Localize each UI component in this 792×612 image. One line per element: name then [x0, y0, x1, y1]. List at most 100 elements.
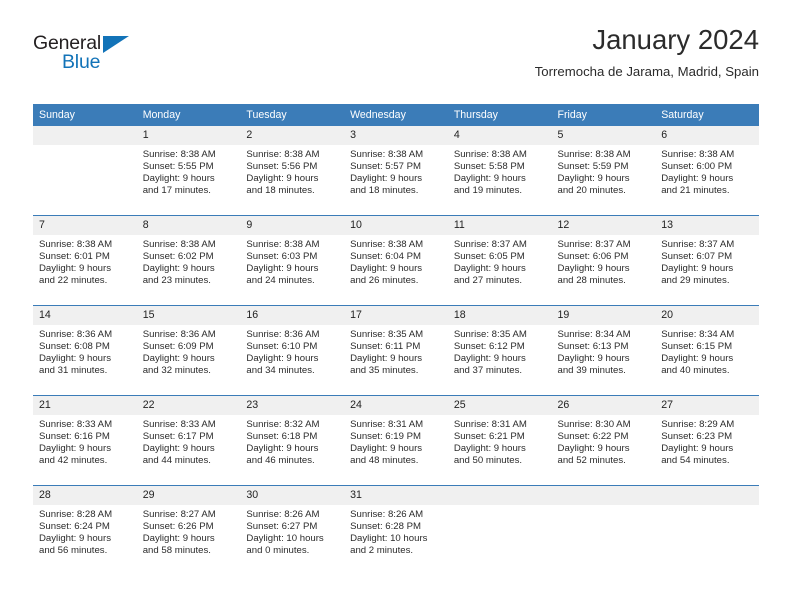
calendar-day-cell[interactable]: 20 Sunrise: 8:34 AM Sunset: 6:15 PM Dayligh… [655, 305, 759, 396]
calendar-week-row: 1 Sunrise: 8:38 AM Sunset: 5:55 PM Daylight… [33, 126, 759, 216]
day-sunset-text: Sunset: 6:01 PM [39, 251, 110, 263]
day-number: 19 [551, 306, 656, 325]
day-sun-info: Sunrise: 8:37 AM Sunset: 6:07 PM Daylight:… [655, 235, 759, 287]
day-number: 5 [551, 126, 656, 145]
day-number: 18 [447, 306, 552, 325]
day-sunset-text: Sunset: 6:05 PM [453, 251, 525, 263]
day-daylight2-text: and 34 minutes. [246, 365, 315, 377]
day-number: 14 [33, 306, 137, 325]
day-sunset-text: Sunset: 6:16 PM [39, 431, 110, 443]
day-sunrise-text: Sunrise: 8:38 AM [350, 149, 424, 160]
day-daylight2-text: and 48 minutes. [350, 455, 419, 467]
day-daylight1-text: Daylight: 9 hours [142, 263, 215, 275]
calendar-week-row: 21 Sunrise: 8:33 AM Sunset: 6:16 PM Dayligh… [33, 395, 759, 486]
day-daylight2-text: and 24 minutes. [246, 275, 315, 287]
day-daylight1-text: Daylight: 9 hours [246, 263, 319, 275]
day-sun-info: Sunrise: 8:26 AM Sunset: 6:27 PM Daylight:… [240, 505, 344, 557]
day-sun-info: Sunrise: 8:38 AM Sunset: 5:55 PM Daylight:… [137, 145, 241, 197]
day-daylight2-text: and 37 minutes. [453, 365, 523, 377]
day-sunset-text: Sunset: 6:26 PM [142, 521, 214, 533]
calendar-day-cell[interactable]: 22 Sunrise: 8:33 AM Sunset: 6:17 PM Dayligh… [136, 395, 241, 486]
calendar-day-cell[interactable]: 4 Sunrise: 8:38 AM Sunset: 5:58 PM Daylight… [447, 126, 552, 216]
day-daylight1-text: Daylight: 9 hours [39, 353, 111, 365]
day-daylight1-text: Daylight: 9 hours [557, 173, 630, 185]
day-daylight1-text: Daylight: 9 hours [453, 443, 526, 455]
day-sun-info: Sunrise: 8:34 AM Sunset: 6:13 PM Daylight:… [552, 325, 656, 377]
calendar-table: Sunday Monday Tuesday Wednesday Thursday Frid… [33, 104, 759, 575]
calendar-day-cell[interactable]: 8 Sunrise: 8:38 AM Sunset: 6:02 PM Daylight… [136, 215, 241, 306]
day-daylight1-text: Daylight: 9 hours [142, 353, 215, 365]
calendar-day-cell[interactable]: 23 Sunrise: 8:32 AM Sunset: 6:18 PM Dayligh… [240, 395, 345, 486]
day-daylight2-text: and 17 minutes. [142, 185, 211, 197]
calendar-day-cell[interactable]: 2 Sunrise: 8:38 AM Sunset: 5:56 PM Daylight… [240, 126, 345, 216]
day-daylight1-text: Daylight: 9 hours [350, 173, 423, 185]
day-number: 4 [447, 126, 552, 145]
calendar-day-cell[interactable]: 16 Sunrise: 8:36 AM Sunset: 6:10 PM Dayligh… [240, 305, 345, 396]
calendar-day-cell[interactable]: 24 Sunrise: 8:31 AM Sunset: 6:19 PM Dayligh… [344, 395, 448, 486]
weekday-header-saturday: Saturday [655, 104, 759, 126]
day-sun-info [552, 505, 656, 509]
day-number: 1 [136, 126, 241, 145]
calendar-day-cell[interactable]: 5 Sunrise: 8:38 AM Sunset: 5:59 PM Daylight… [551, 126, 656, 216]
day-sun-info: Sunrise: 8:32 AM Sunset: 6:18 PM Daylight:… [240, 415, 344, 467]
day-sun-info: Sunrise: 8:38 AM Sunset: 6:01 PM Daylight:… [33, 235, 137, 287]
calendar-day-cell[interactable]: 17 Sunrise: 8:35 AM Sunset: 6:11 PM Dayligh… [344, 305, 448, 396]
calendar-day-cell[interactable]: 13 Sunrise: 8:37 AM Sunset: 6:07 PM Dayligh… [655, 215, 759, 306]
day-sun-info: Sunrise: 8:36 AM Sunset: 6:09 PM Daylight:… [137, 325, 241, 377]
day-daylight1-text: Daylight: 9 hours [39, 443, 111, 455]
day-sun-info: Sunrise: 8:38 AM Sunset: 5:58 PM Daylight:… [448, 145, 552, 197]
day-sunset-text: Sunset: 6:21 PM [453, 431, 525, 443]
calendar-day-cell[interactable]: 26 Sunrise: 8:30 AM Sunset: 6:22 PM Dayligh… [551, 395, 656, 486]
calendar-day-cell[interactable]: 3 Sunrise: 8:38 AM Sunset: 5:57 PM Daylight… [344, 126, 448, 216]
day-sun-info: Sunrise: 8:29 AM Sunset: 6:23 PM Daylight:… [655, 415, 759, 467]
calendar-day-cell[interactable]: 29 Sunrise: 8:27 AM Sunset: 6:26 PM Dayligh… [136, 485, 241, 575]
day-sun-info: Sunrise: 8:38 AM Sunset: 6:04 PM Daylight:… [344, 235, 448, 287]
calendar-day-cell[interactable]: 18 Sunrise: 8:35 AM Sunset: 6:12 PM Dayligh… [447, 305, 552, 396]
day-sun-info: Sunrise: 8:30 AM Sunset: 6:22 PM Daylight:… [552, 415, 656, 467]
day-daylight2-text: and 28 minutes. [557, 275, 626, 287]
day-sun-info: Sunrise: 8:38 AM Sunset: 5:57 PM Daylight:… [344, 145, 448, 197]
day-number: 10 [344, 216, 448, 235]
calendar-day-cell[interactable]: 28 Sunrise: 8:28 AM Sunset: 6:24 PM Dayligh… [33, 485, 137, 575]
calendar-day-cell[interactable]: 7 Sunrise: 8:38 AM Sunset: 6:01 PM Daylight… [33, 215, 137, 306]
day-daylight1-text: Daylight: 9 hours [350, 443, 423, 455]
logo-triangle-icon [103, 36, 129, 53]
calendar-day-cell [447, 485, 552, 575]
calendar-day-cell[interactable]: 15 Sunrise: 8:36 AM Sunset: 6:09 PM Dayligh… [136, 305, 241, 396]
calendar-day-cell[interactable]: 21 Sunrise: 8:33 AM Sunset: 6:16 PM Dayligh… [33, 395, 137, 486]
calendar-day-cell[interactable]: 25 Sunrise: 8:31 AM Sunset: 6:21 PM Dayligh… [447, 395, 552, 486]
page-title: January 2024 [592, 24, 759, 55]
day-sunset-text: Sunset: 6:00 PM [661, 161, 733, 173]
calendar-day-cell[interactable]: 6 Sunrise: 8:38 AM Sunset: 6:00 PM Daylight… [655, 126, 759, 216]
calendar-day-cell[interactable]: 9 Sunrise: 8:38 AM Sunset: 6:03 PM Daylight… [240, 215, 345, 306]
day-daylight2-text: and 54 minutes. [661, 455, 730, 467]
day-sun-info: Sunrise: 8:27 AM Sunset: 6:26 PM Daylight:… [137, 505, 241, 557]
day-sunset-text: Sunset: 6:09 PM [142, 341, 214, 353]
day-number: 28 [33, 486, 137, 505]
day-sunrise-text: Sunrise: 8:36 AM [39, 329, 113, 340]
day-sunset-text: Sunset: 6:18 PM [246, 431, 318, 443]
calendar-day-cell[interactable]: 12 Sunrise: 8:37 AM Sunset: 6:06 PM Dayligh… [551, 215, 656, 306]
calendar-day-cell[interactable]: 11 Sunrise: 8:37 AM Sunset: 6:05 PM Dayligh… [447, 215, 552, 306]
day-sun-info [655, 505, 759, 509]
day-sunrise-text: Sunrise: 8:31 AM [350, 419, 424, 430]
day-number: 16 [240, 306, 345, 325]
calendar-day-cell[interactable]: 30 Sunrise: 8:26 AM Sunset: 6:27 PM Dayligh… [240, 485, 345, 575]
day-sunrise-text: Sunrise: 8:33 AM [39, 419, 113, 430]
calendar-day-cell[interactable]: 10 Sunrise: 8:38 AM Sunset: 6:04 PM Dayligh… [344, 215, 448, 306]
day-daylight1-text: Daylight: 9 hours [661, 173, 734, 185]
day-number: 31 [344, 486, 448, 505]
calendar-day-cell[interactable]: 27 Sunrise: 8:29 AM Sunset: 6:23 PM Dayligh… [655, 395, 759, 486]
calendar-body: 1 Sunrise: 8:38 AM Sunset: 5:55 PM Daylight… [33, 126, 759, 575]
calendar-day-cell[interactable]: 1 Sunrise: 8:38 AM Sunset: 5:55 PM Daylight… [136, 126, 241, 216]
day-daylight1-text: Daylight: 9 hours [142, 533, 215, 545]
day-number: 25 [447, 396, 552, 415]
calendar-day-cell[interactable]: 31 Sunrise: 8:26 AM Sunset: 6:28 PM Dayligh… [344, 485, 448, 575]
day-sunset-text: Sunset: 5:58 PM [453, 161, 525, 173]
calendar-day-cell [655, 485, 759, 575]
day-sunset-text: Sunset: 6:06 PM [557, 251, 629, 263]
calendar-day-cell[interactable]: 19 Sunrise: 8:34 AM Sunset: 6:13 PM Dayligh… [551, 305, 656, 396]
day-daylight1-text: Daylight: 9 hours [39, 263, 111, 275]
day-sunset-text: Sunset: 5:57 PM [350, 161, 422, 173]
calendar-day-cell[interactable]: 14 Sunrise: 8:36 AM Sunset: 6:08 PM Dayligh… [33, 305, 137, 396]
